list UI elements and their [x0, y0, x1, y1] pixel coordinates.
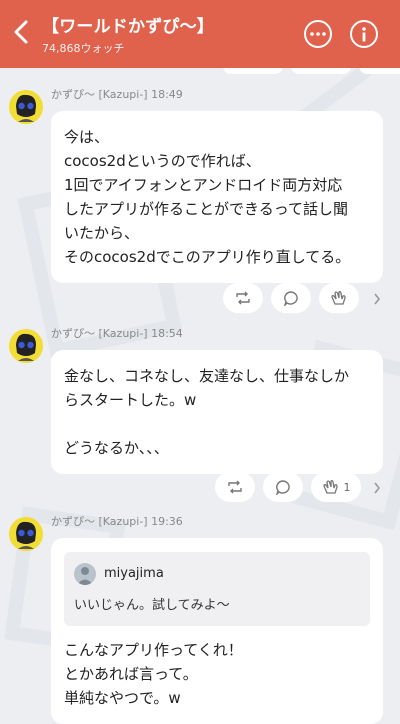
avatar[interactable]: [9, 517, 43, 551]
message-line: どうなるか、、、: [64, 439, 169, 457]
back-arrow-icon: [14, 20, 28, 44]
message-line: こんなアプリ作ってくれ！: [64, 641, 243, 659]
quoted-message[interactable]: miyajima いいじゃん。試してみよ〜: [64, 552, 370, 626]
message-line: 1回でアイフォンとアンドロイド両方対応: [64, 176, 343, 194]
page-title: 【ワールドかずぴ〜】: [42, 17, 214, 37]
more-options-icon: [310, 32, 326, 36]
info-icon: [362, 26, 366, 41]
chevron-right-icon[interactable]: [373, 482, 381, 494]
message-time: 18:49: [151, 88, 183, 101]
message-bubble[interactable]: 金なし、コネなし、友達なし、仕事なしか らスタートした。w どうなるか、、、: [51, 350, 383, 474]
clap-button[interactable]: 1: [311, 472, 361, 502]
message-line: cocos2dというので作れば、: [64, 152, 261, 170]
avatar-image: [9, 329, 43, 363]
title-block: 【ワールドかずぴ〜】 74,868ウォッチ: [42, 12, 214, 56]
message-time: 18:54: [151, 327, 183, 340]
quoted-user: miyajima: [74, 562, 360, 586]
reaction-bar: [223, 283, 359, 313]
message-line: 金なし、コネなし、友達なし、仕事なしか: [64, 367, 350, 385]
top-app-bar: 【ワールドかずぴ〜】 74,868ウォッチ: [0, 0, 400, 68]
message-line: いたから、: [64, 224, 140, 242]
clap-icon: [331, 291, 346, 305]
reaction-bar: 1: [215, 472, 361, 502]
reshare-button[interactable]: [223, 283, 263, 313]
message-time: 19:36: [151, 515, 183, 528]
message-meta: かずぴ〜 [Kazupi-] 18:54: [51, 325, 383, 341]
message-line: 今は、: [64, 128, 110, 146]
info-button[interactable]: [350, 20, 378, 48]
avatar[interactable]: [9, 329, 43, 363]
comment-icon: [275, 479, 290, 495]
quoted-text: いいじゃん。試してみよ〜: [74, 598, 230, 613]
author-name[interactable]: かずぴ〜 [Kazupi-]: [51, 88, 148, 101]
comment-button[interactable]: [263, 472, 303, 502]
reshare-icon: [236, 291, 250, 305]
message-line: 単純なやつで。w: [64, 689, 181, 707]
avatar-image: [9, 517, 43, 551]
message-line: そのcocos2dでこのアプリ作り直してる。: [64, 248, 351, 266]
message-item: かずぴ〜 [Kazupi-] 18:49 今は、 cocos2dというので作れば…: [9, 86, 383, 283]
author-name[interactable]: かずぴ〜 [Kazupi-]: [51, 327, 148, 340]
quoted-username: miyajima: [104, 566, 164, 581]
comment-button[interactable]: [271, 283, 311, 313]
quoted-avatar: [74, 563, 96, 585]
message-bubble[interactable]: miyajima いいじゃん。試してみよ〜 こんなアプリ作ってくれ！ とかあれば…: [51, 538, 383, 724]
message-item: かずぴ〜 [Kazupi-] 19:36 miyajima いいじゃん。試してみ…: [9, 513, 383, 724]
message-meta: かずぴ〜 [Kazupi-] 18:49: [51, 86, 383, 102]
message-bubble[interactable]: 今は、 cocos2dというので作れば、 1回でアイフォンとアンドロイド両方対応…: [51, 111, 383, 283]
message-item: かずぴ〜 [Kazupi-] 18:54 金なし、コネなし、友達なし、仕事なしか…: [9, 325, 383, 474]
clap-button[interactable]: [319, 283, 359, 313]
reshare-button[interactable]: [215, 472, 255, 502]
watch-count: 74,868ウォッチ: [42, 42, 125, 55]
comment-icon: [283, 290, 298, 306]
message-line: したアプリが作ることができるって話し聞: [64, 200, 348, 218]
reshare-icon: [228, 480, 242, 494]
message-line: らスタートした。w: [64, 391, 197, 409]
author-name[interactable]: かずぴ〜 [Kazupi-]: [51, 515, 148, 528]
avatar-image: [9, 90, 43, 124]
more-options-button[interactable]: [304, 20, 332, 48]
message-meta: かずぴ〜 [Kazupi-] 19:36: [51, 513, 383, 529]
message-line: [64, 412, 370, 436]
clap-icon: [322, 480, 338, 494]
chevron-right-icon[interactable]: [373, 293, 381, 305]
message-line: とかあれば言って。: [64, 665, 198, 683]
avatar[interactable]: [9, 90, 43, 124]
clap-count: 1: [343, 480, 351, 494]
back-button[interactable]: [8, 17, 34, 47]
